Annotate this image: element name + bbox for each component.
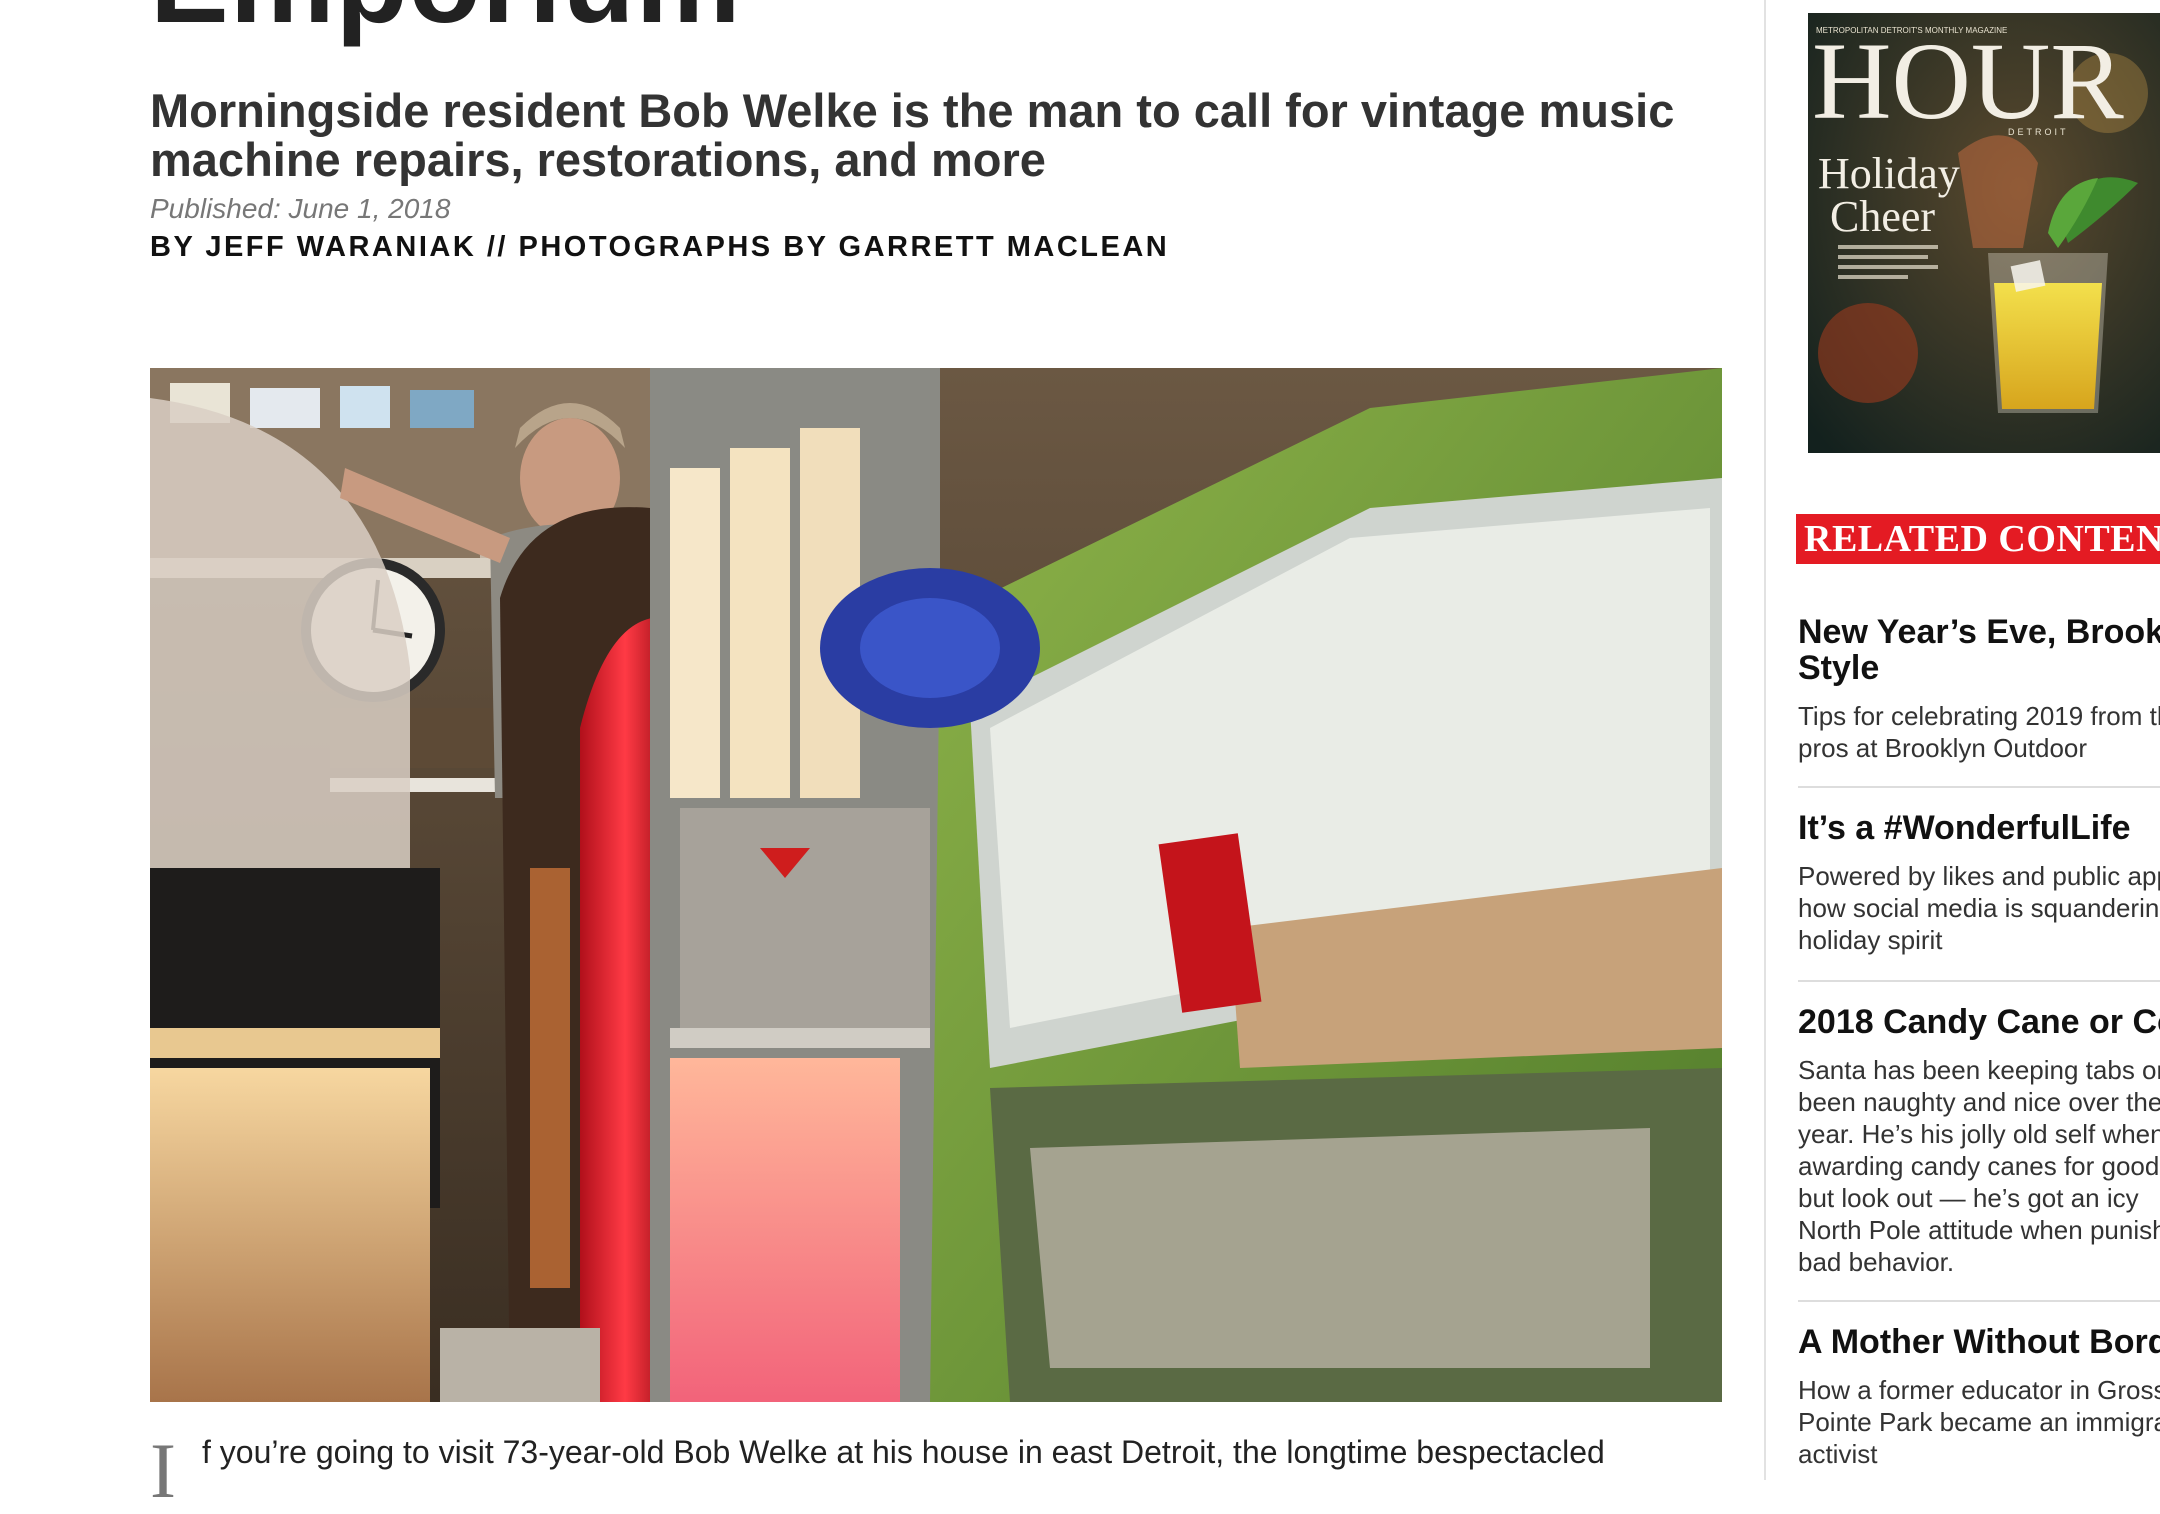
related-item-desc-line: year. He’s his jolly old self when	[1798, 1119, 2160, 1149]
cover-headline-1: Holiday	[1818, 149, 1960, 198]
article-hero-photo	[150, 368, 1722, 1402]
related-item-desc-line: Santa has been keeping tabs on who’s	[1798, 1055, 2160, 1085]
related-item[interactable]: New Year’s Eve, Brooklyn Style Tips for …	[1798, 614, 2160, 764]
related-item-desc-line: how social media is squandering our	[1798, 893, 2160, 923]
related-item[interactable]: 2018 Candy Cane or Coal Santa has been k…	[1798, 1004, 2160, 1278]
cover-city: DETROIT	[2008, 127, 2069, 137]
related-item-desc-line: pros at Brooklyn Outdoor	[1798, 733, 2088, 763]
related-item-desc-line: but look out — he’s got an icy	[1798, 1183, 2139, 1213]
related-item-title[interactable]: New Year’s Eve, Brooklyn Style	[1798, 614, 2160, 686]
related-item-desc-line: activist	[1798, 1439, 1878, 1469]
cover-masthead: HOUR	[1812, 20, 2124, 142]
related-item-description: Powered by likes and public applause, ho…	[1798, 860, 2160, 956]
related-divider	[1798, 1300, 2160, 1302]
related-item-desc-line: How a former educator in Grosse	[1798, 1375, 2160, 1405]
related-item-title[interactable]: 2018 Candy Cane or Coal	[1798, 1004, 2160, 1040]
related-item[interactable]: It’s a #WonderfulLife Powered by likes a…	[1798, 810, 2160, 956]
related-divider	[1798, 980, 2160, 982]
related-item-desc-line: Powered by likes and public applause,	[1798, 861, 2160, 891]
related-divider	[1798, 786, 2160, 788]
article-title: Emporium	[150, 0, 742, 42]
related-item-desc-line: bad behavior.	[1798, 1247, 1955, 1277]
related-item-desc-line: North Pole attitude when punishing	[1798, 1215, 2160, 1245]
related-content-heading: RELATED CONTENT	[1804, 518, 2160, 560]
related-item-title-line[interactable]: 2018 Candy Cane or Coal	[1798, 1004, 2160, 1040]
hour-detroit-cover-image: METROPOLITAN DETROIT'S MONTHLY MAGAZINE …	[1808, 13, 2160, 453]
related-item-desc-line: awarding candy canes for good deeds,	[1798, 1151, 2160, 1181]
related-item-description: How a former educator in Grosse Pointe P…	[1798, 1374, 2160, 1470]
related-item-title-line[interactable]: A Mother Without Borders	[1798, 1324, 2160, 1360]
related-item-desc-line: Pointe Park became an immigrant	[1798, 1407, 2160, 1437]
related-item[interactable]: A Mother Without Borders How a former ed…	[1798, 1324, 2160, 1470]
related-item-desc-line: Tips for celebrating 2019 from the	[1798, 701, 2160, 731]
related-item-description: Tips for celebrating 2019 from the pros …	[1798, 700, 2160, 764]
related-item-title-line[interactable]: New Year’s Eve, Brooklyn	[1798, 614, 2160, 650]
related-item-description: Santa has been keeping tabs on who’s bee…	[1798, 1054, 2160, 1278]
article-subtitle: Morningside resident Bob Welke is the ma…	[150, 84, 1675, 186]
byline: BY JEFF WARANIAK // PHOTOGRAPHS BY GARRE…	[150, 231, 1170, 263]
related-item-desc-line: been naughty and nice over the past	[1798, 1087, 2160, 1117]
published-date: Published: June 1, 2018	[150, 193, 451, 224]
article-body-first-line: f you’re going to visit 73-year-old Bob …	[202, 1434, 1605, 1470]
related-item-title[interactable]: It’s a #WonderfulLife	[1798, 810, 2160, 846]
sidebar-divider	[1764, 0, 1766, 1480]
jukebox-workshop-photo	[150, 368, 1722, 1402]
drop-cap: I	[150, 1427, 176, 1514]
related-item-title-line[interactable]: Style	[1798, 650, 2160, 686]
cover-headline-2: Cheer	[1830, 192, 1935, 241]
related-item-title[interactable]: A Mother Without Borders	[1798, 1324, 2160, 1360]
related-item-desc-line: holiday spirit	[1798, 925, 1943, 955]
magazine-cover[interactable]: METROPOLITAN DETROIT'S MONTHLY MAGAZINE …	[1808, 13, 2160, 453]
related-item-title-line[interactable]: It’s a #WonderfulLife	[1798, 810, 2160, 846]
